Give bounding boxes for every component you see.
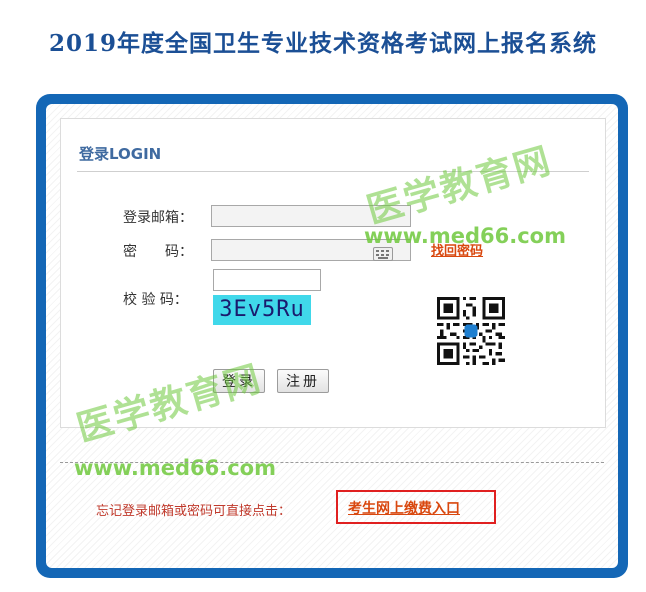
page-title: 2019年度全国卫生专业技术资格考试网上报名系统 xyxy=(48,30,597,57)
payment-entry-link[interactable]: 考生网上缴费入口 xyxy=(348,498,460,518)
forgot-notice: 忘记登录邮箱或密码可直接点击： xyxy=(96,504,292,519)
email-field[interactable] xyxy=(211,205,411,227)
forgot-password-link[interactable]: 找回密码 xyxy=(431,240,483,259)
captcha-label: 校 验 码： xyxy=(123,292,188,308)
captcha-image[interactable]: 3Ev5Ru xyxy=(213,295,311,325)
login-button[interactable]: 登录 xyxy=(213,369,265,393)
login-panel: 登录LOGIN 登录邮箱： 密 码： 找回密码 校 验 码： 3Ev5Ru 登录… xyxy=(60,118,606,428)
watermark-url: www.med66.com xyxy=(74,456,276,480)
captcha-input[interactable] xyxy=(213,269,321,291)
section-divider xyxy=(60,462,604,463)
login-frame: 登录LOGIN 登录邮箱： 密 码： 找回密码 校 验 码： 3Ev5Ru 登录… xyxy=(36,94,628,578)
keyboard-icon[interactable] xyxy=(373,247,393,261)
qr-code-icon xyxy=(437,297,505,365)
password-label: 密 码： xyxy=(123,244,193,260)
login-frame-inner: 登录LOGIN 登录邮箱： 密 码： 找回密码 校 验 码： 3Ev5Ru 登录… xyxy=(46,104,618,568)
heading-divider xyxy=(77,171,589,172)
payment-link-highlight: 考生网上缴费入口 xyxy=(336,490,496,524)
login-heading: 登录LOGIN xyxy=(79,145,162,163)
register-button[interactable]: 注册 xyxy=(277,369,329,393)
email-label: 登录邮箱： xyxy=(123,210,193,226)
